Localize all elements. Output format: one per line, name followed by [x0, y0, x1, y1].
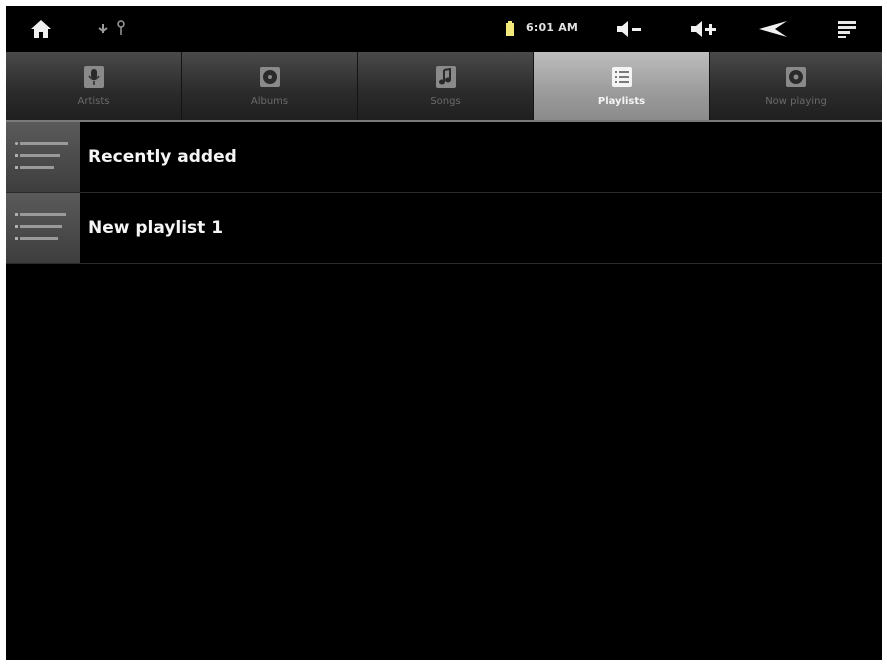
tab-songs-label: Songs: [430, 96, 461, 107]
music-note-icon: [433, 64, 459, 90]
tab-songs[interactable]: Songs: [358, 52, 534, 122]
tab-now-playing-label: Now playing: [765, 96, 827, 107]
device-screen: 6:01 AM Artists Albums Songs Playlists N…: [6, 6, 882, 660]
tab-playlists-label: Playlists: [597, 96, 646, 107]
list-item-recently-added[interactable]: Recently added: [6, 122, 882, 193]
tab-artists-label: Artists: [77, 96, 110, 107]
playlist-thumbnail-icon: [6, 193, 80, 263]
playlist-icon: [609, 64, 635, 90]
album-icon: [257, 64, 283, 90]
tab-albums[interactable]: Albums: [182, 52, 358, 122]
status-bar: 6:01 AM: [6, 6, 882, 52]
usb-icon: [96, 21, 110, 37]
volume-down-icon[interactable]: [614, 17, 644, 41]
list-item-new-playlist-1[interactable]: New playlist 1: [6, 193, 882, 264]
volume-up-icon[interactable]: [688, 17, 720, 41]
tab-artists[interactable]: Artists: [6, 52, 182, 122]
tab-playlists[interactable]: Playlists: [534, 52, 710, 122]
now-playing-icon: [783, 64, 809, 90]
home-icon[interactable]: [28, 17, 54, 41]
playlist-thumbnail-icon: [6, 122, 80, 192]
battery-icon: [504, 20, 516, 38]
playlist-title: Recently added: [88, 147, 237, 167]
microphone-icon: [81, 64, 107, 90]
tab-bar: Artists Albums Songs Playlists Now playi…: [6, 52, 882, 122]
playlist-list: Recently added New playlist 1: [6, 122, 882, 264]
tab-now-playing[interactable]: Now playing: [710, 52, 882, 122]
debug-icon: [116, 19, 126, 37]
playlist-title: New playlist 1: [88, 218, 224, 238]
clock: 6:01 AM: [526, 21, 579, 34]
tab-albums-label: Albums: [250, 96, 289, 107]
menu-icon[interactable]: [834, 18, 860, 40]
back-icon[interactable]: [756, 18, 792, 40]
